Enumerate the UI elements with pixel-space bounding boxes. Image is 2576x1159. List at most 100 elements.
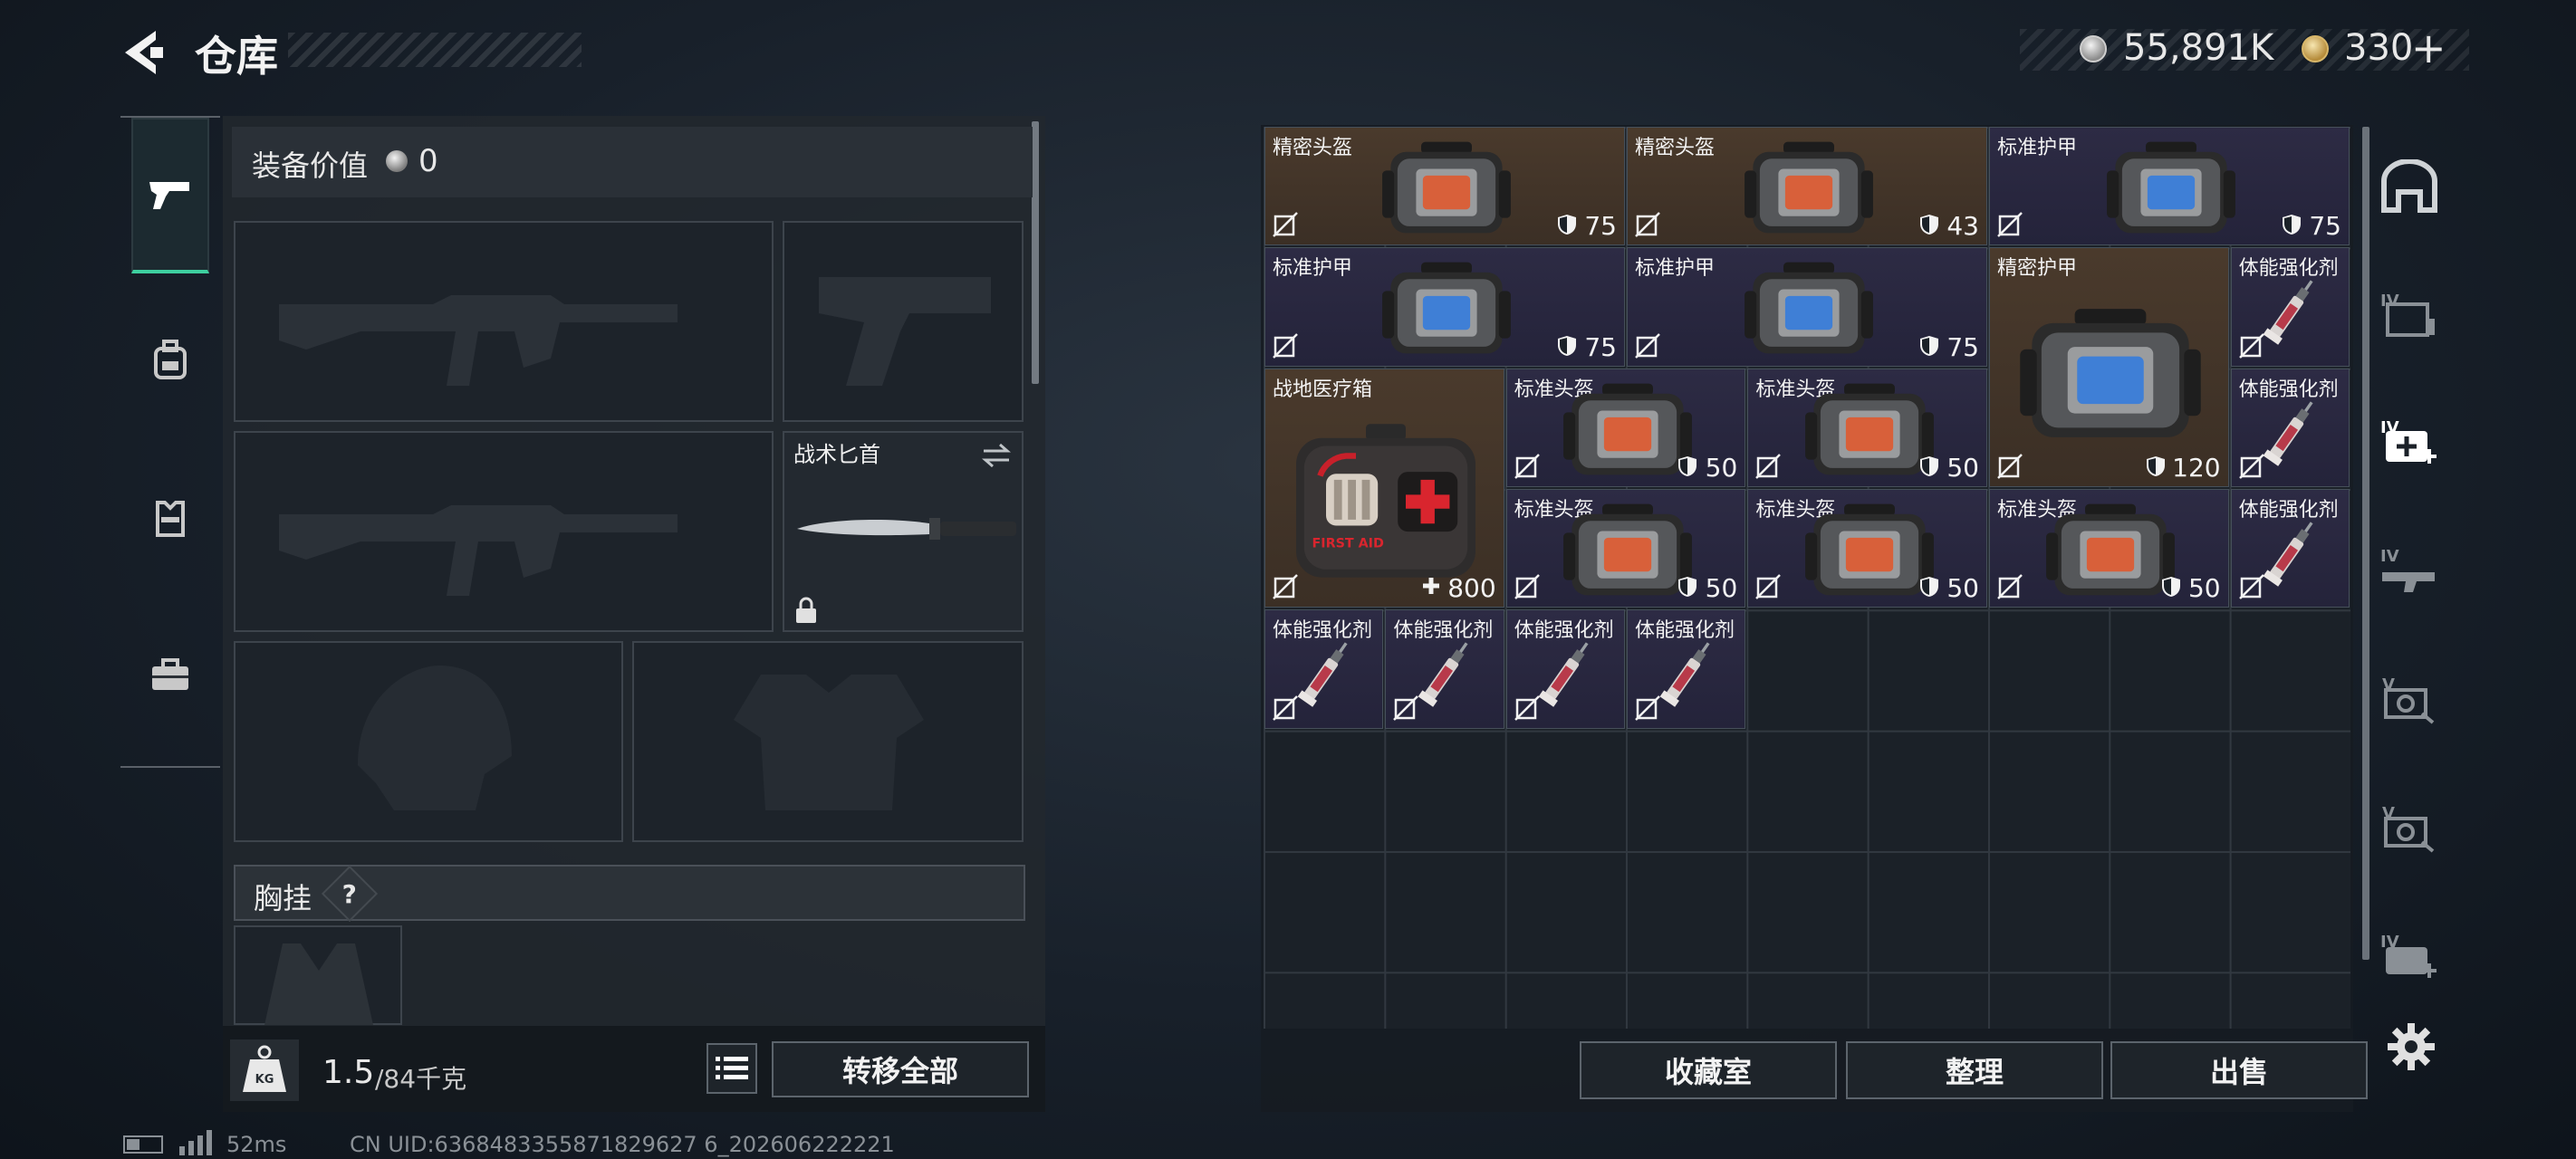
category-tier4-medical-alt-icon[interactable]: IV: [2377, 927, 2442, 985]
inventory-item[interactable]: 标准头盔 50: [1505, 488, 1746, 608]
transfer-all-button[interactable]: 转移全部: [772, 1041, 1029, 1097]
add-currency-button[interactable]: +: [2411, 24, 2446, 72]
category-all-icon[interactable]: [2377, 158, 2442, 217]
warehouse-scrollbar[interactable]: [2362, 127, 2369, 960]
inventory-item[interactable]: 体能强化剂: [2230, 247, 2350, 367]
item-name: 战地医疗箱: [1273, 378, 1373, 401]
swap-icon[interactable]: [980, 442, 1013, 469]
inventory-item[interactable]: 体能强化剂: [2230, 488, 2350, 608]
inventory-item[interactable]: 精密头盔 75: [1264, 127, 1625, 246]
inventory-item[interactable]: 标准头盔 50: [1505, 368, 1746, 487]
no-insurance-icon: [1393, 694, 1419, 721]
item-name: 精密护甲: [1996, 257, 2077, 281]
syringe-icon: [1297, 642, 1348, 708]
item-name: 标准护甲: [1634, 257, 1715, 281]
loadout-scrollbar[interactable]: [1032, 121, 1039, 384]
item-durability-value: 50: [1946, 573, 1979, 604]
inventory-item[interactable]: 体能强化剂: [1385, 609, 1504, 729]
no-insurance-tag: [1393, 694, 1419, 721]
no-insurance-tag: [1514, 694, 1540, 721]
tab-case[interactable]: [131, 598, 209, 753]
svg-text:FIRST AID: FIRST AID: [1312, 536, 1385, 551]
tab-weapons[interactable]: [131, 118, 209, 273]
tab-vest[interactable]: [131, 440, 209, 596]
signal-icon: [179, 1130, 212, 1155]
durability-shield-icon: [1919, 215, 1938, 235]
primary-weapon-slot-2[interactable]: [234, 431, 774, 632]
syringe-icon: [1538, 642, 1589, 708]
silver-currency-amount: 55,891K: [2123, 27, 2274, 69]
no-insurance-tag: [1635, 212, 1660, 238]
inventory-item[interactable]: 体能强化剂: [2230, 368, 2350, 487]
helmet-case-icon: [1382, 141, 1511, 234]
no-insurance-icon: [1514, 694, 1540, 721]
helmet-case-icon: [1804, 383, 1934, 475]
helmet-case-icon: [1804, 503, 1934, 596]
chest-rig-slot[interactable]: [234, 925, 402, 1025]
no-insurance-icon: [1635, 212, 1660, 238]
no-insurance-icon: [2238, 454, 2264, 479]
no-insurance-tag: [1273, 694, 1298, 721]
chest-rig-silhouette-icon: [264, 943, 373, 1025]
syringe-icon: [2263, 280, 2313, 346]
sell-button[interactable]: 出售: [2110, 1041, 2368, 1099]
inventory-item[interactable]: 精密头盔 43: [1626, 127, 1987, 246]
no-insurance-tag: [1635, 694, 1660, 721]
battery-icon: [123, 1135, 163, 1154]
inventory-item[interactable]: 标准护甲 75: [1988, 127, 2350, 246]
inventory-item[interactable]: 体能强化剂: [1626, 609, 1746, 729]
sort-button[interactable]: 整理: [1846, 1041, 2103, 1099]
category-tier5-tool-icon[interactable]: V: [2377, 799, 2442, 857]
no-insurance-icon: [1635, 694, 1660, 721]
no-insurance-icon: [1273, 694, 1298, 721]
item-durability-value: 75: [1946, 331, 1979, 362]
helmet-case-icon: [2046, 503, 2176, 596]
inventory-item[interactable]: 标准头盔 50: [1988, 488, 2229, 608]
no-insurance-icon: [1273, 332, 1298, 359]
no-insurance-icon: [1635, 332, 1660, 359]
no-insurance-tag: [1273, 574, 1298, 600]
inventory-item[interactable]: 体能强化剂: [1264, 609, 1384, 729]
durability-shield-icon: [1919, 335, 1938, 356]
item-durability-value: 50: [1705, 573, 1738, 604]
inventory-item[interactable]: 精密护甲 120: [1988, 247, 2229, 487]
primary-weapon-slot-1[interactable]: [234, 221, 774, 422]
item-durability-value: 75: [1584, 211, 1617, 242]
no-insurance-icon: [1997, 574, 2023, 600]
category-tier4-medical-icon[interactable]: IV: [2377, 413, 2442, 471]
list-icon: [716, 1057, 748, 1079]
category-tier5-gear-icon[interactable]: V: [2377, 670, 2442, 728]
armor-case-icon: [1382, 262, 1511, 354]
tab-backpack[interactable]: [131, 283, 209, 438]
svg-text:IV: IV: [2380, 547, 2399, 566]
pistol-silhouette-icon: [819, 277, 991, 386]
no-insurance-tag: [2238, 574, 2264, 600]
silver-coin-icon: [386, 150, 408, 172]
collection-room-button[interactable]: 收藏室: [1580, 1041, 1837, 1099]
back-arrow-icon[interactable]: [116, 25, 167, 80]
inventory-item[interactable]: 标准头盔 50: [1747, 488, 1987, 608]
helmet-case-icon: [1563, 383, 1692, 475]
page-title: 仓库: [195, 32, 278, 81]
knife-slot[interactable]: 战术匕首: [783, 431, 1024, 632]
svg-text:IV: IV: [2380, 292, 2399, 311]
no-insurance-tag: [1997, 454, 2023, 479]
armor-slot[interactable]: [632, 641, 1024, 842]
tactical-knife-icon: [797, 518, 1016, 540]
no-insurance-icon: [1997, 454, 2023, 479]
settings-gear-icon[interactable]: [2386, 1021, 2437, 1072]
inventory-item[interactable]: 标准护甲 75: [1264, 247, 1625, 367]
category-tier4-armor-icon[interactable]: IV: [2377, 286, 2442, 344]
inventory-item[interactable]: 体能强化剂: [1505, 609, 1625, 729]
armor-case-icon: [2020, 309, 2202, 438]
secondary-weapon-slot[interactable]: [783, 221, 1024, 422]
inventory-item[interactable]: 标准头盔 50: [1747, 368, 1987, 487]
item-name: 标准护甲: [1996, 137, 2077, 159]
category-tier4-rifle-icon[interactable]: IV: [2377, 541, 2442, 599]
no-insurance-icon: [1755, 454, 1782, 479]
inventory-item[interactable]: 战地医疗箱 FIRST AID 800: [1264, 368, 1504, 608]
inventory-item[interactable]: 标准护甲 75: [1626, 247, 1987, 367]
list-view-button[interactable]: [706, 1043, 757, 1094]
helmet-slot[interactable]: [234, 641, 623, 842]
help-icon[interactable]: ?: [321, 865, 379, 923]
